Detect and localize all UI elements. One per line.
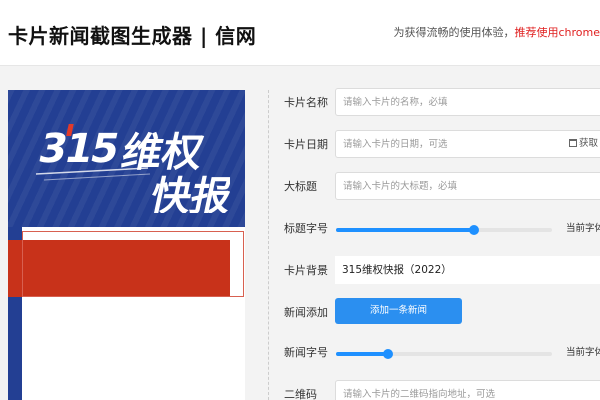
headline-label: 大标题 (284, 180, 317, 193)
row-card-background: 卡片背景 315维权快报（2022） (270, 256, 600, 286)
row-card-name: 卡片名称 (270, 88, 600, 118)
page-title: 卡片新闻截图生成器 | 信网 (8, 24, 257, 48)
news-font-slider[interactable] (336, 349, 552, 359)
card-logo: 315 维权 快报 (35, 124, 230, 213)
title-font-slider[interactable] (336, 225, 552, 235)
title-font-slider-thumb[interactable] (469, 225, 480, 235)
page-header: 卡片新闻截图生成器 | 信网 为获得流畅的使用体验，推荐使用chrome (0, 0, 600, 66)
logo-number: 315 (35, 124, 123, 171)
news-font-slider-fill (336, 352, 388, 356)
notice-chrome-link[interactable]: 推荐使用chrome (514, 26, 600, 39)
row-news-font: 新闻字号 当前字体 (270, 338, 600, 368)
row-card-date: 卡片日期 获取 (270, 130, 600, 160)
row-title-font: 标题字号 当前字体 (270, 214, 600, 244)
card-date-label: 卡片日期 (284, 138, 328, 151)
title-font-current: 当前字体 (566, 223, 600, 234)
news-font-current: 当前字体 (566, 347, 600, 358)
qrcode-input[interactable] (335, 380, 600, 400)
row-headline: 大标题 (270, 172, 600, 202)
browser-notice: 为获得流畅的使用体验，推荐使用chrome (393, 24, 600, 40)
logo-word-2: 快报 (146, 172, 230, 213)
title-font-slider-fill (336, 228, 475, 232)
notice-text: 为获得流畅的使用体验， (393, 26, 515, 39)
date-picker-label: 获取 (579, 138, 599, 149)
row-news-add: 新闻添加 添加一条新闻 (270, 298, 600, 328)
date-picker-button[interactable]: 获取 (569, 130, 598, 158)
card-name-input[interactable] (335, 88, 600, 116)
card-preview: 315 维权 快报 (8, 90, 245, 400)
row-qrcode: 二维码 (270, 380, 600, 400)
card-date-input[interactable] (335, 130, 600, 158)
divider (268, 90, 269, 400)
title-font-label: 标题字号 (284, 222, 328, 235)
card-background-select[interactable]: 315维权快报（2022） (335, 256, 600, 284)
card-banner: 315 维权 快报 (8, 90, 245, 227)
logo-speed-line (43, 173, 151, 181)
news-add-label: 新闻添加 (284, 306, 328, 319)
headline-input[interactable] (335, 172, 600, 200)
card-background-label: 卡片背景 (284, 264, 328, 277)
qrcode-label: 二维码 (284, 388, 317, 400)
news-font-label: 新闻字号 (284, 346, 328, 359)
add-news-button[interactable]: 添加一条新闻 (335, 298, 462, 324)
card-name-label: 卡片名称 (284, 96, 328, 109)
card-headline-outline (22, 231, 244, 297)
main-area: 315 维权 快报 卡片名称 卡片日期 获取 大标题 标题字号 (0, 66, 600, 400)
news-font-slider-thumb[interactable] (382, 349, 393, 359)
calendar-icon (569, 139, 577, 147)
